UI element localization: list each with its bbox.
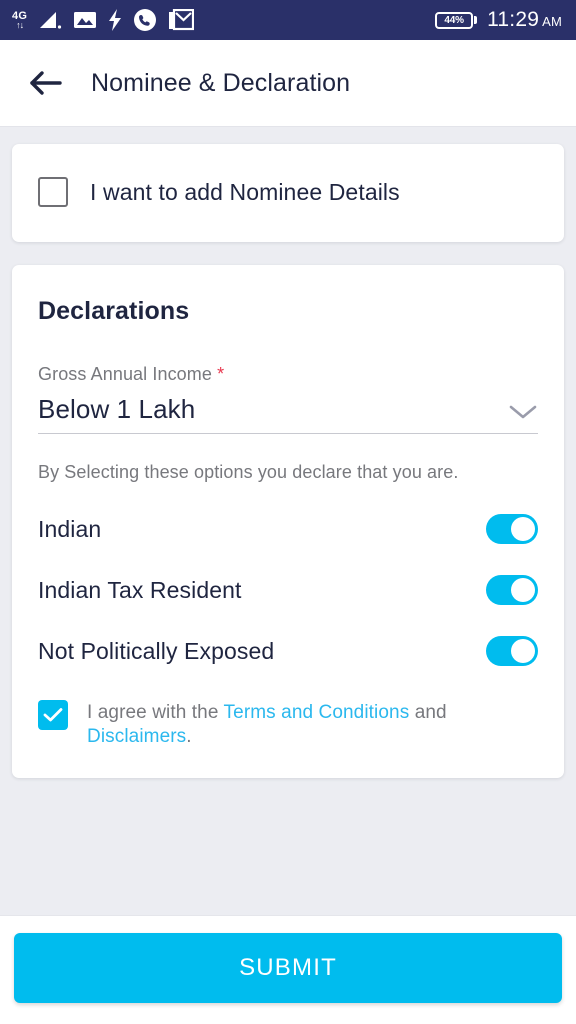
toggle-label-indian: Indian: [38, 515, 102, 542]
disclaimers-link[interactable]: Disclaimers: [87, 726, 186, 747]
battery-icon: 44%: [435, 11, 478, 29]
nominee-checkbox-row[interactable]: I want to add Nominee Details: [38, 177, 538, 207]
photo-icon: [74, 12, 97, 28]
network-4g-icon: 4G ↑↓: [12, 10, 27, 30]
toggle-switch-indian-tax-resident[interactable]: [486, 575, 538, 605]
agree-terms-text: I agree with the Terms and Conditions an…: [87, 700, 538, 750]
flash-icon: [109, 9, 122, 31]
gmail-icon: [169, 9, 195, 31]
footer-bar: SUBMIT: [0, 915, 576, 1024]
agree-terms-checkbox[interactable]: [38, 700, 68, 730]
nominee-card: I want to add Nominee Details: [12, 144, 564, 242]
status-bar-clock: 11:29 AM: [487, 8, 562, 32]
nominee-checkbox[interactable]: [38, 177, 68, 207]
required-asterisk: *: [217, 364, 225, 384]
toggle-label-not-politically-exposed: Not Politically Exposed: [38, 637, 275, 664]
signal-bars-icon: [40, 12, 62, 29]
agree-suffix: .: [186, 726, 192, 748]
battery-percent: 44%: [435, 11, 474, 29]
declarations-card: Declarations Gross Annual Income * Below…: [12, 265, 564, 778]
toggle-knob: [511, 639, 535, 663]
app-bar: Nominee & Declaration: [0, 40, 576, 127]
clock-time: 11:29: [487, 8, 540, 31]
toggle-row-indian: Indian: [38, 514, 538, 544]
declarations-heading: Declarations: [38, 297, 190, 325]
page-title: Nominee & Declaration: [91, 68, 351, 97]
agree-prefix: I agree with the: [87, 702, 224, 723]
phone-call-icon: [134, 9, 157, 31]
back-arrow-icon: [30, 71, 62, 95]
toggle-switch-indian[interactable]: [486, 514, 538, 544]
toggle-knob: [511, 517, 535, 541]
status-bar: 4G ↑↓ 44% 11:29 AM: [0, 0, 576, 40]
status-bar-left-icons: 4G ↑↓: [12, 8, 195, 32]
chevron-down-icon: [509, 405, 537, 419]
declarations-hint: By Selecting these options you declare t…: [38, 462, 459, 482]
gross-annual-income-field: Gross Annual Income * Below 1 Lakh: [38, 364, 538, 434]
terms-and-conditions-link[interactable]: Terms and Conditions: [224, 702, 410, 723]
network-data-arrows: ↑↓: [16, 19, 24, 30]
gross-annual-income-value: Below 1 Lakh: [38, 394, 196, 424]
clock-meridiem: AM: [542, 14, 562, 29]
toggle-knob: [511, 578, 535, 602]
battery-cap: [474, 16, 478, 24]
back-button[interactable]: [24, 61, 68, 105]
checkmark-icon: [43, 708, 63, 722]
page-content: I want to add Nominee Details Declaratio…: [0, 127, 576, 915]
gross-annual-income-label-text: Gross Annual Income: [38, 364, 212, 384]
toggle-label-indian-tax-resident: Indian Tax Resident: [38, 576, 242, 603]
app-screen: 4G ↑↓ 44% 11:29 AM Nominee & Declaration…: [0, 0, 576, 1024]
agree-middle: and: [409, 702, 447, 723]
toggle-row-indian-tax-resident: Indian Tax Resident: [38, 575, 538, 605]
toggle-row-not-politically-exposed: Not Politically Exposed: [38, 636, 538, 666]
gross-annual-income-label: Gross Annual Income *: [38, 364, 538, 385]
toggle-switch-not-politically-exposed[interactable]: [486, 636, 538, 666]
status-bar-right: 44% 11:29 AM: [435, 8, 562, 32]
agree-terms-row: I agree with the Terms and Conditions an…: [38, 700, 538, 750]
nominee-checkbox-label: I want to add Nominee Details: [90, 178, 400, 205]
gross-annual-income-select[interactable]: Below 1 Lakh: [38, 394, 538, 434]
submit-button[interactable]: SUBMIT: [14, 933, 562, 1003]
